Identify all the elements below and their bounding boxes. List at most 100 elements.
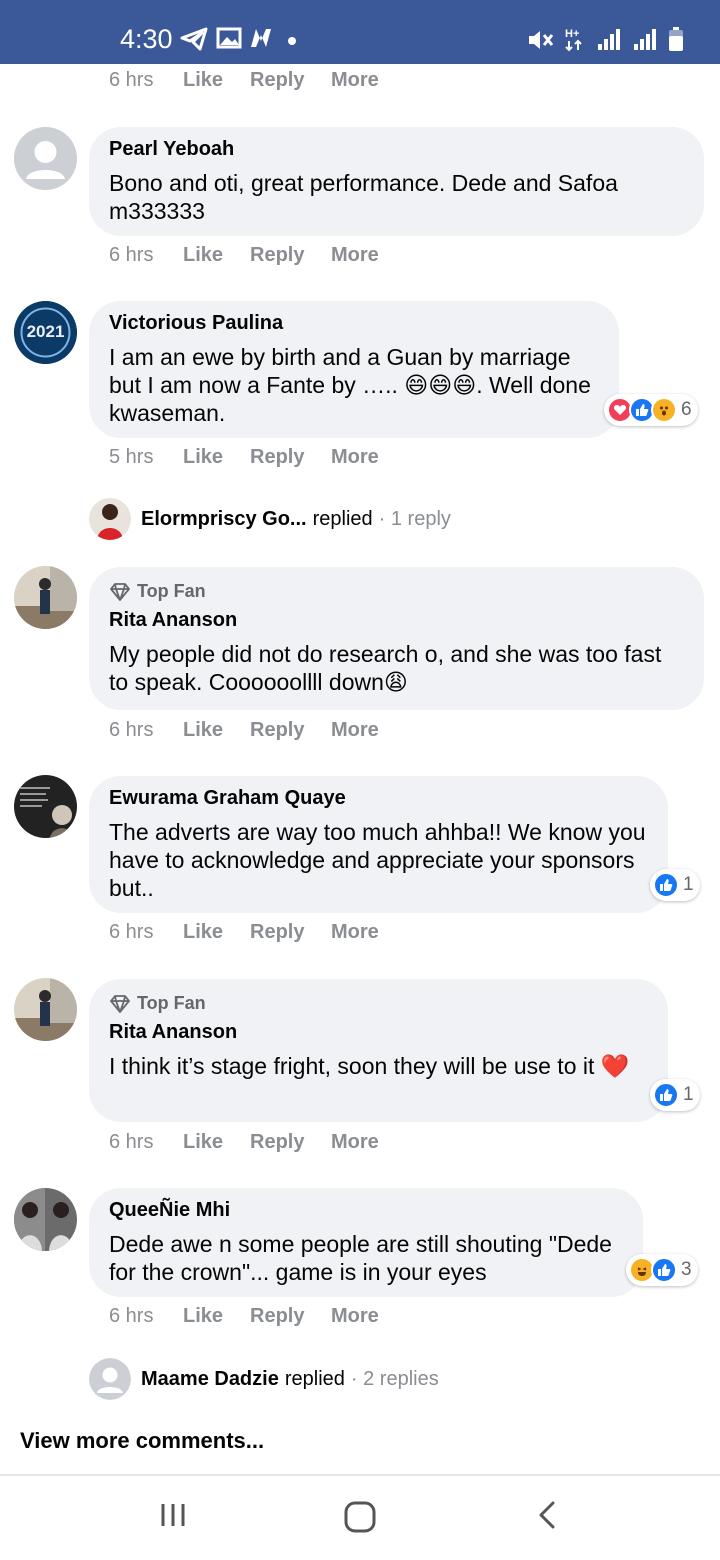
more-button[interactable]: More [331,921,379,944]
svg-text:H+: H+ [565,28,579,40]
like-button[interactable]: Like [183,1131,223,1154]
avatar[interactable]: 2021 [14,301,77,364]
comment-author[interactable]: Ewurama Graham Quaye [109,786,648,810]
top-fan-label: Top Fan [137,993,206,1013]
comment-text: I think it’s stage fright, soon they wil… [109,1053,630,1079]
comment-author[interactable]: Rita Ananson [109,1020,648,1044]
timestamp: 6 hrs [109,921,154,943]
reply-button[interactable]: Reply [250,1305,304,1328]
more-button[interactable]: More [331,1305,379,1328]
comment-text: Bono and oti, great performance. Dede an… [109,170,618,224]
comment-meta: 6 hrs Like Reply More [109,921,509,947]
reply-button[interactable]: Reply [250,69,304,92]
svg-text:2021: 2021 [27,322,65,341]
reply-count: · 2 replies [350,1367,439,1390]
timestamp: 6 hrs [109,719,154,741]
reply-button[interactable]: Reply [250,244,304,267]
reaction-summary[interactable]: 1 [650,869,700,901]
network-h-plus-icon: H+ [565,28,582,52]
more-button[interactable]: More [331,244,379,267]
reply-count: · 1 reply [378,507,451,530]
avatar[interactable] [14,775,77,838]
comment-bubble: Pearl Yeboah Bono and oti, great perform… [89,127,704,236]
avatar[interactable] [14,566,77,629]
comment-bubble: Ewurama Graham Quaye The adverts are way… [89,776,668,913]
timestamp: 6 hrs [109,244,154,266]
reply-author: Maame Dadzie [141,1367,279,1390]
replies-link[interactable]: Elormpriscy Go... replied · 1 reply [89,498,451,540]
comment-author[interactable]: Pearl Yeboah [109,137,684,161]
timestamp: 6 hrs [109,1131,154,1153]
avatar [89,1358,131,1400]
telegram-icon [180,27,208,51]
comment-author[interactable]: QueeÑie Mhi [109,1198,623,1222]
comment-bubble: Top Fan Rita Ananson My people did not d… [89,567,704,710]
timestamp: 6 hrs [109,69,154,91]
more-button[interactable]: More [331,69,379,92]
like-button[interactable]: Like [183,719,223,742]
like-reaction-icon [653,872,679,898]
diamond-icon [110,994,130,1013]
reaction-count: 3 [681,1259,692,1280]
signal-icon [634,29,656,50]
comment-meta: 6 hrs Like Reply More [109,1131,509,1157]
reaction-count: 6 [681,399,692,420]
replied-label: replied [312,507,373,530]
wow-reaction-icon [651,397,677,423]
reaction-summary[interactable]: 6 [604,394,698,426]
top-fan-label: Top Fan [137,581,206,601]
reply-button[interactable]: Reply [250,921,304,944]
comment-text: Dede awe n some people are still shoutin… [109,1231,612,1285]
reaction-count: 1 [683,874,694,895]
reaction-summary[interactable]: 3 [626,1254,698,1286]
like-reaction-icon [651,1257,677,1283]
comment-meta: 6 hrs Like Reply More [109,1305,509,1331]
default-avatar-icon [14,127,77,190]
comment-meta: 6 hrs Like Reply More [109,69,509,95]
comment-meta: 5 hrs Like Reply More [109,446,509,472]
avatar-photo-icon [89,498,131,540]
avatar[interactable] [14,127,77,190]
avatar-photo-icon [14,978,77,1041]
reply-button[interactable]: Reply [250,446,304,469]
timestamp: 5 hrs [109,446,154,468]
reply-button[interactable]: Reply [250,1131,304,1154]
reply-button[interactable]: Reply [250,719,304,742]
comment-bubble: Victorious Paulina I am an ewe by birth … [89,301,619,438]
replies-link[interactable]: Maame Dadzie replied · 2 replies [89,1358,439,1400]
comment-text: The adverts are way too much ahhba!! We … [109,819,646,901]
avatar-photo-icon [14,1188,77,1251]
avatar[interactable] [14,978,77,1041]
avatar-2021-logo-icon: 2021 [14,301,77,364]
app-n-icon [251,29,271,47]
recent-apps-icon[interactable] [158,1500,188,1530]
like-button[interactable]: Like [183,69,223,92]
comment-bubble: Top Fan Rita Ananson I think it’s stage … [89,979,668,1122]
like-button[interactable]: Like [183,244,223,267]
replied-label: replied [284,1367,345,1390]
home-icon[interactable] [343,1500,377,1534]
view-more-comments-link[interactable]: View more comments... [20,1428,264,1454]
status-bar: 4:30 H+ [0,0,720,64]
comment-bubble: QueeÑie Mhi Dede awe n some people are s… [89,1188,643,1297]
status-time: 4:30 [120,24,173,54]
reply-author: Elormpriscy Go... [141,507,307,530]
like-button[interactable]: Like [183,446,223,469]
avatar-photo-icon [14,566,77,629]
avatar[interactable] [14,1188,77,1251]
comment-author[interactable]: Victorious Paulina [109,311,599,335]
comment-author[interactable]: Rita Ananson [109,608,684,632]
more-button[interactable]: More [331,719,379,742]
image-icon [216,27,242,49]
more-button[interactable]: More [331,1131,379,1154]
like-button[interactable]: Like [183,1305,223,1328]
more-button[interactable]: More [331,446,379,469]
reaction-summary[interactable]: 1 [650,1079,700,1111]
dot-icon [288,37,296,45]
comment-text: I am an ewe by birth and a Guan by marri… [109,344,591,426]
like-button[interactable]: Like [183,921,223,944]
diamond-icon [110,582,130,601]
timestamp: 6 hrs [109,1305,154,1327]
mute-icon [529,31,554,49]
back-icon[interactable] [535,1500,559,1530]
